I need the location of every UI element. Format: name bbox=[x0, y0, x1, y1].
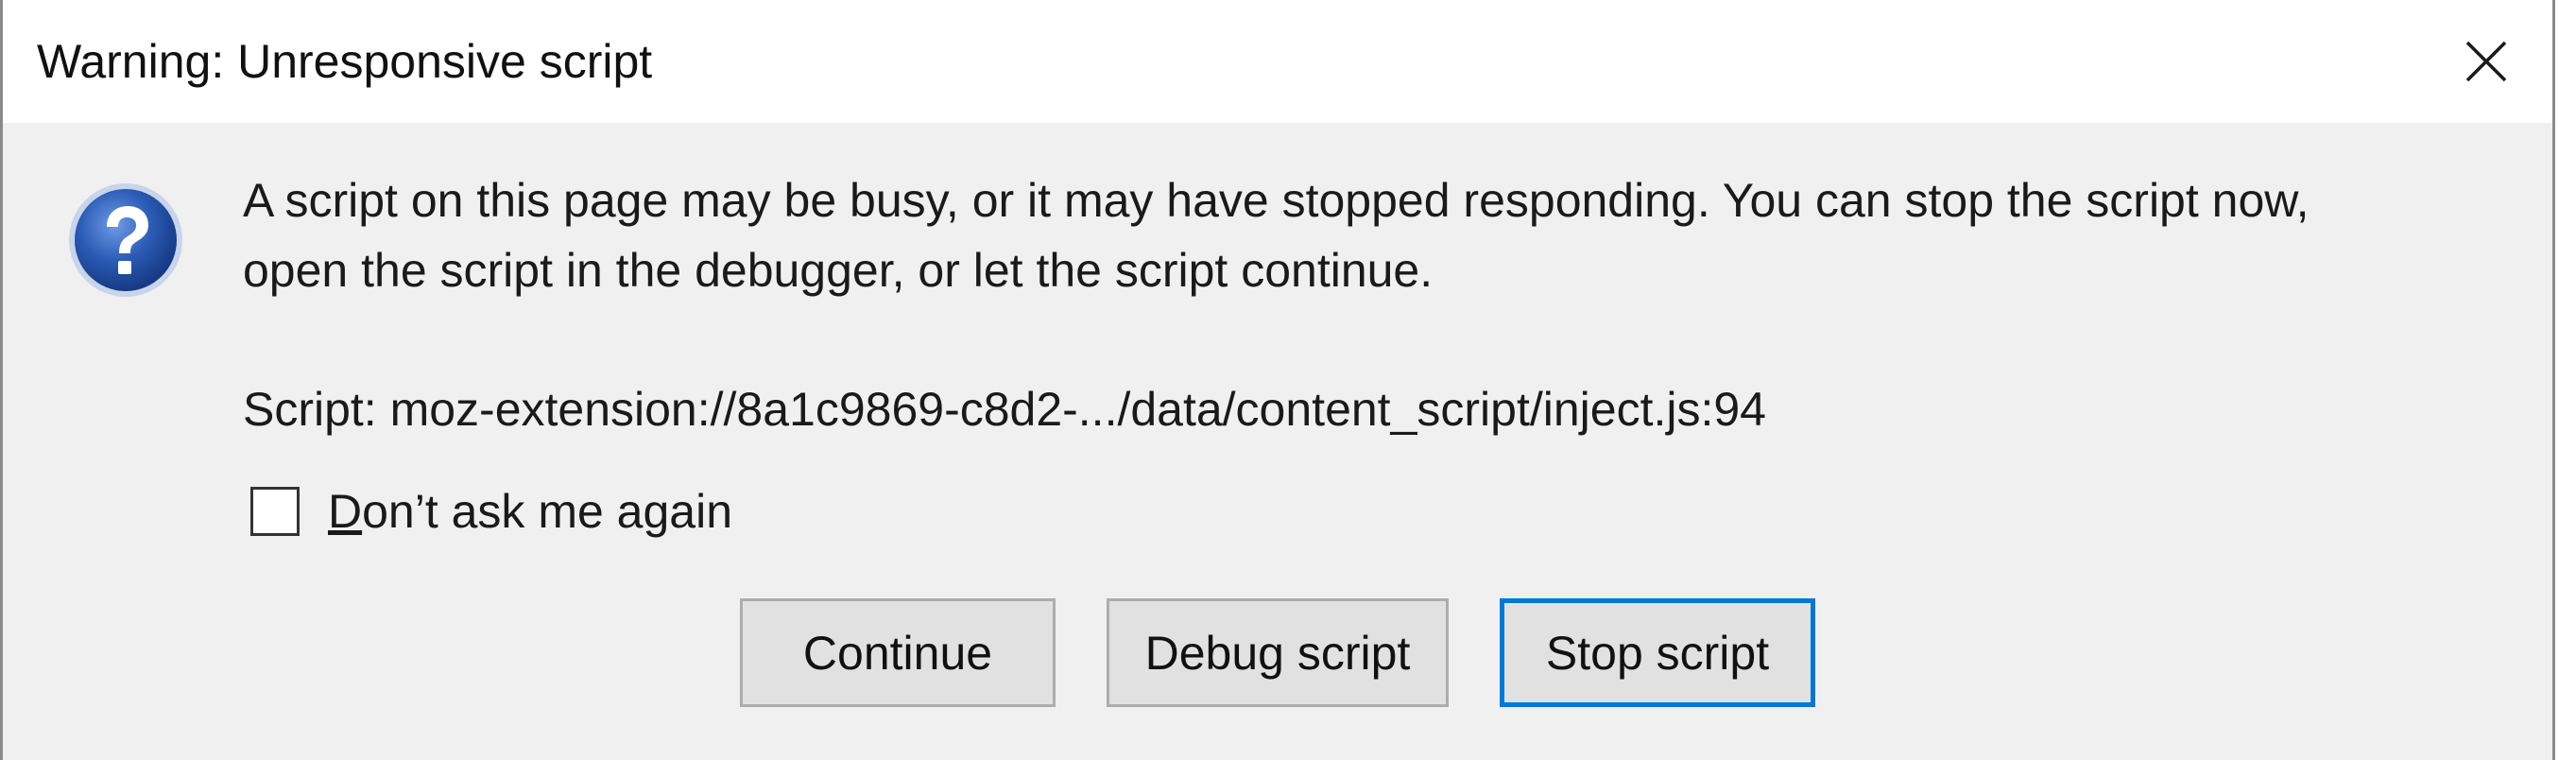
script-info: Script: moz-extension://8a1c9869-c8d2-..… bbox=[243, 383, 1766, 436]
close-button[interactable] bbox=[2420, 0, 2552, 123]
dialog-title: Warning: Unresponsive script bbox=[37, 35, 653, 88]
message-line-1: A script on this page may be busy, or it… bbox=[243, 174, 2310, 227]
close-icon bbox=[2465, 41, 2507, 82]
checkbox-label[interactable]: Don’t ask me again bbox=[328, 482, 732, 541]
checkbox-box[interactable] bbox=[250, 487, 300, 536]
debug-script-button[interactable]: Debug script bbox=[1107, 598, 1449, 707]
dont-ask-again-checkbox[interactable]: Don’t ask me again bbox=[250, 482, 732, 541]
continue-button[interactable]: Continue bbox=[740, 598, 1056, 707]
message-text: A script on this page may be busy, or it… bbox=[243, 165, 2511, 305]
stop-script-button[interactable]: Stop script bbox=[1500, 598, 1815, 707]
unresponsive-script-dialog: Warning: Unresponsive script A script on… bbox=[0, 0, 2555, 760]
question-icon bbox=[65, 180, 186, 301]
checkbox-label-accelerator: D bbox=[328, 485, 363, 538]
checkbox-label-text: on’t ask me again bbox=[362, 485, 733, 538]
background-strip bbox=[2555, 0, 2576, 760]
dialog-body: A script on this page may be busy, or it… bbox=[3, 123, 2552, 760]
title-bar: Warning: Unresponsive script bbox=[3, 0, 2552, 123]
message-line-2: open the script in the debugger, or let … bbox=[243, 244, 1434, 297]
